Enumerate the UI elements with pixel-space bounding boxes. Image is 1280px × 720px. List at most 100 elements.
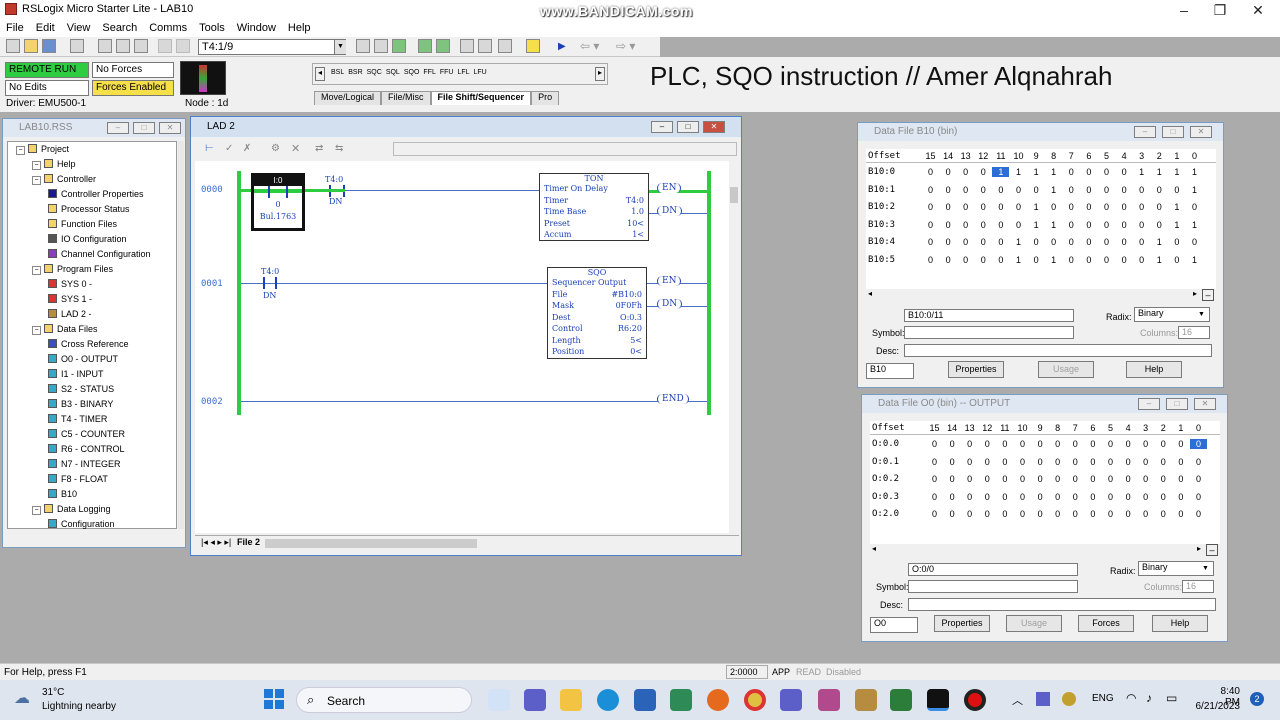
dn-coil[interactable]: DN (657, 206, 683, 216)
bit-cell[interactable]: 0 (926, 474, 943, 484)
row-offset[interactable]: B10:0 (868, 167, 895, 177)
bit-cell[interactable]: 0 (1116, 185, 1133, 195)
tab-nav-icon[interactable]: |◂ ◂ ▸ ▸| (201, 537, 231, 548)
forces-status[interactable]: No Forces (92, 62, 174, 78)
bit-cell[interactable]: 1 (1151, 255, 1168, 265)
bit-cell[interactable]: 0 (944, 474, 961, 484)
minimize-icon[interactable]: – (1134, 126, 1156, 138)
palette-tab[interactable]: File Shift/Sequencer (430, 91, 532, 105)
rslogix-taskbar-icon[interactable] (927, 689, 949, 711)
bit-cell[interactable]: 0 (1049, 457, 1066, 467)
palette-item-bsl[interactable]: BSL (331, 69, 344, 76)
bit-cell[interactable]: 1 (1045, 185, 1062, 195)
bit-cell[interactable]: 0 (979, 492, 996, 502)
minimize-icon[interactable]: – (651, 121, 673, 133)
bit-cell[interactable]: 0 (1080, 202, 1097, 212)
teams-tray-icon[interactable] (1036, 692, 1050, 706)
notification-badge[interactable]: 2 (1250, 692, 1264, 706)
bit-cell[interactable]: 0 (1067, 492, 1084, 502)
bit-cell[interactable]: 0 (922, 220, 939, 230)
bit-cell[interactable]: 0 (1028, 185, 1045, 195)
usage-button[interactable]: Usage (1006, 615, 1062, 632)
palette-item-lfl[interactable]: LFL (457, 69, 469, 76)
tab-file-2[interactable]: File 2 (237, 537, 260, 547)
cancel-edit-icon[interactable]: ✗ (243, 143, 251, 154)
minimize-icon[interactable]: – (107, 122, 129, 134)
bit-cell[interactable]: 0 (1120, 457, 1137, 467)
instr-param-value[interactable]: 10< (627, 218, 644, 230)
bit-cell[interactable]: 0 (1014, 492, 1031, 502)
copy-icon[interactable] (116, 39, 130, 53)
bit-cell[interactable]: 0 (1084, 474, 1101, 484)
usage-button[interactable]: Usage (1038, 361, 1094, 378)
bit-cell[interactable]: 0 (1063, 255, 1080, 265)
bit-cell[interactable]: 0 (1028, 255, 1045, 265)
bit-cell[interactable]: 0 (1098, 237, 1115, 247)
bit-cell[interactable]: 1 (1045, 220, 1062, 230)
print-icon[interactable] (70, 39, 84, 53)
play-icon[interactable]: ▶ (558, 41, 566, 52)
bit-cell[interactable]: 0 (992, 185, 1009, 195)
bit-cell[interactable]: 0 (922, 255, 939, 265)
collapse-icon[interactable]: – (1206, 544, 1218, 556)
o0-columns-field[interactable]: 16 (1182, 580, 1214, 593)
b10-symbol-field[interactable] (904, 326, 1074, 339)
tree-scrollbar[interactable] (178, 141, 184, 529)
bit-cell[interactable]: 0 (975, 202, 992, 212)
bit-cell[interactable]: 0 (1063, 220, 1080, 230)
chrome-icon[interactable] (744, 689, 766, 711)
bit-cell[interactable]: 0 (1190, 509, 1207, 519)
bit-cell[interactable]: 0 (944, 457, 961, 467)
bit-cell[interactable]: 0 (1172, 509, 1189, 519)
palette-item-sqc[interactable]: SQC (367, 69, 382, 76)
tree-item[interactable]: IO Configuration (48, 234, 127, 244)
bit-cell[interactable]: 1 (1186, 255, 1203, 265)
bit-cell[interactable]: 0 (1067, 474, 1084, 484)
bit-cell[interactable]: 0 (1098, 255, 1115, 265)
bit-cell[interactable]: 0 (1032, 457, 1049, 467)
menu-view[interactable]: View (61, 20, 97, 37)
bit-cell[interactable]: 0 (1137, 509, 1154, 519)
bit-cell[interactable]: 0 (1102, 439, 1119, 449)
menu-window[interactable]: Window (231, 20, 282, 37)
tree-item[interactable]: Cross Reference (48, 339, 129, 349)
bit-cell[interactable]: 0 (1116, 255, 1133, 265)
bit-cell[interactable]: 0 (922, 167, 939, 177)
maximize-icon[interactable]: ❐ (1202, 0, 1238, 20)
bit-cell[interactable]: 0 (992, 202, 1009, 212)
bit-cell[interactable]: 0 (1120, 509, 1137, 519)
bit-cell[interactable]: 1 (1151, 167, 1168, 177)
bit-cell[interactable]: 0 (1120, 474, 1137, 484)
bit-cell[interactable]: 0 (1133, 220, 1150, 230)
bit-cell[interactable]: 0 (1116, 167, 1133, 177)
bit-cell[interactable]: 0 (940, 167, 957, 177)
bit-cell[interactable]: 0 (1032, 492, 1049, 502)
ladder-hscrollbar[interactable] (265, 539, 477, 548)
palette-item-sql[interactable]: SQL (386, 69, 400, 76)
clock-date[interactable]: 6/21/2023 (1190, 701, 1241, 712)
bit-cell[interactable]: 0 (975, 220, 992, 230)
o0-file-select[interactable]: O0 (870, 617, 918, 633)
tree-item[interactable]: Configuration (48, 519, 115, 529)
expand-icon[interactable]: − (32, 326, 41, 335)
bandicam-icon[interactable] (964, 689, 986, 711)
volume-icon[interactable]: ♪ (1146, 691, 1152, 705)
wifi-icon[interactable]: ◠ (1126, 691, 1136, 705)
collapse-icon[interactable]: – (1202, 289, 1214, 301)
help-button[interactable]: Help (1126, 361, 1182, 378)
b10-columns-field[interactable]: 16 (1178, 326, 1210, 339)
palette-item-ffu[interactable]: FFU (440, 69, 454, 76)
menu-file[interactable]: File (0, 20, 30, 37)
scroll-left-icon[interactable]: ◂ (872, 544, 876, 553)
bit-cell[interactable]: 0 (1084, 439, 1101, 449)
close-icon[interactable]: ✕ (159, 122, 181, 134)
chevron-up-icon[interactable]: ︿ (1012, 692, 1023, 708)
tree-item[interactable]: SYS 1 - (48, 294, 92, 304)
tree-item[interactable]: C5 - COUNTER (48, 429, 125, 439)
bit-cell[interactable]: 0 (1133, 255, 1150, 265)
bit-cell[interactable]: 0 (1120, 439, 1137, 449)
bit-cell[interactable]: 0 (1102, 509, 1119, 519)
palette-tab[interactable]: Move/Logical (314, 91, 382, 105)
bit-cell[interactable]: 0 (1172, 492, 1189, 502)
dn-coil[interactable]: DN (657, 299, 683, 309)
